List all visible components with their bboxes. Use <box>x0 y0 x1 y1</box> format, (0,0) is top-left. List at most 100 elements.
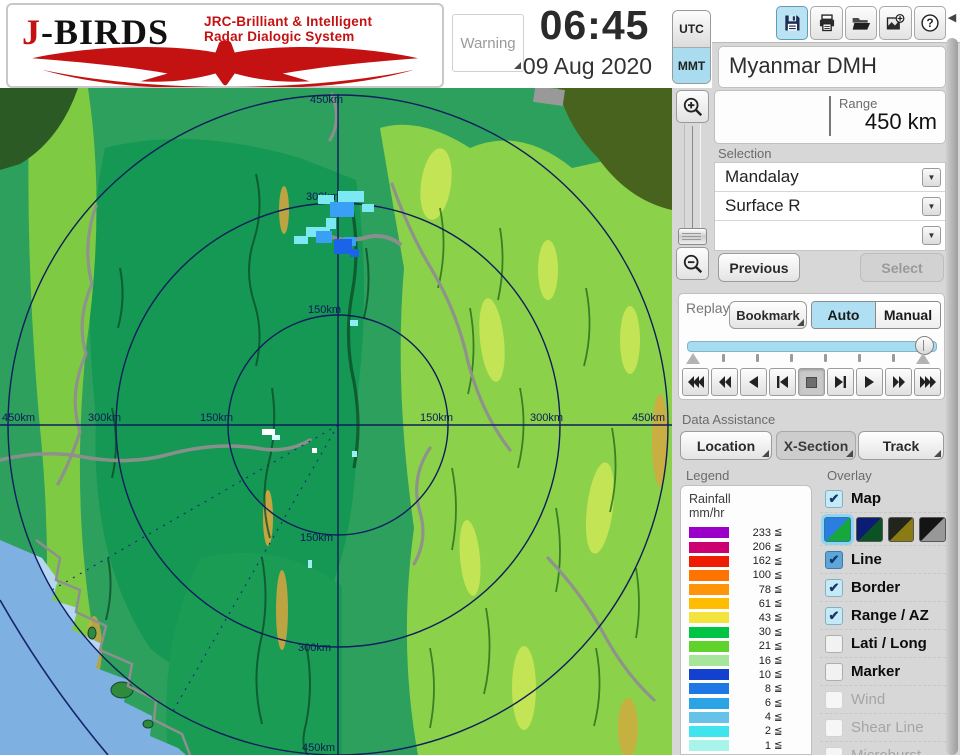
replay-mode-switch: Auto Manual <box>811 301 941 329</box>
legend-row: 61≦ <box>689 597 811 611</box>
overlay-item-line[interactable]: ✔ Line <box>820 545 946 573</box>
play-icon <box>865 376 874 388</box>
forward-fast-button[interactable] <box>914 368 941 396</box>
replay-range-start-marker[interactable] <box>686 353 700 364</box>
legend-swatch <box>689 542 729 553</box>
toolbar: ? <box>776 6 946 40</box>
skip-forward-button[interactable] <box>827 368 854 396</box>
legend-swatch <box>689 584 729 595</box>
auto-button[interactable]: Auto <box>812 302 876 328</box>
legend-swatch <box>689 683 729 694</box>
selection-site-value: Mandalay <box>715 163 945 191</box>
range-value: 450 km <box>865 109 937 135</box>
checkbox-line[interactable]: ✔ <box>825 551 843 569</box>
zoom-out-button[interactable] <box>676 247 709 280</box>
radar-map-canvas: 450km 300km 150km 150km 300km 450km 450k… <box>0 88 672 755</box>
legend-swatch <box>689 712 729 723</box>
overlay-item-lati-long[interactable]: Lati / Long <box>820 629 946 657</box>
play-button[interactable] <box>856 368 883 396</box>
panel-scrollbar[interactable] <box>946 38 958 755</box>
svg-text:450km: 450km <box>2 412 35 424</box>
legend-row: 43≦ <box>689 611 811 625</box>
zoom-slider-thumb[interactable] <box>678 228 707 245</box>
track-button[interactable]: Track <box>858 431 944 460</box>
legend-row: 2≦ <box>689 724 811 738</box>
jbirds-app-window: J-BIRDS JRC-Brilliant & Intelligent Rada… <box>0 0 960 755</box>
data-assistance-label: Data Assistance <box>682 412 775 427</box>
replay-slider-track[interactable] <box>687 341 937 352</box>
forward-button[interactable] <box>885 368 912 396</box>
chevron-down-icon[interactable]: ▼ <box>922 197 941 216</box>
rewind-fast-button[interactable] <box>682 368 709 396</box>
selection-row-extra[interactable]: ▼ <box>715 221 945 249</box>
previous-button[interactable]: Previous <box>718 253 800 282</box>
zoom-in-button[interactable] <box>676 90 709 123</box>
legend-row: 8≦ <box>689 682 811 696</box>
export-add-button[interactable] <box>879 6 911 40</box>
legend-scale: 233≦ 206≦ 162≦ 100≦ 78≦ 61≦ 43≦ 30≦ 21≦ … <box>689 526 811 753</box>
radar-map[interactable]: 450km 300km 150km 150km 300km 450km 450k… <box>0 88 672 755</box>
station-box: Myanmar DMH <box>718 46 946 88</box>
legend-row: 4≦ <box>689 710 811 724</box>
print-button[interactable] <box>810 6 842 40</box>
overlay-item-range-az[interactable]: ✔ Range / AZ <box>820 601 946 629</box>
select-button[interactable]: Select <box>860 253 944 282</box>
save-button[interactable] <box>776 6 808 40</box>
help-icon: ? <box>920 13 940 33</box>
stop-icon <box>806 377 817 388</box>
legend-swatch <box>689 655 729 666</box>
chevron-down-icon[interactable]: ▼ <box>922 168 941 187</box>
overlay-item-map[interactable]: ✔ Map <box>820 485 946 512</box>
overlay-item-border[interactable]: ✔ Border <box>820 573 946 601</box>
map-style-option-4[interactable] <box>919 517 946 542</box>
manual-button[interactable]: Manual <box>876 302 940 328</box>
panel-collapse-arrow-icon[interactable]: ◀ <box>946 10 958 26</box>
overlay-item-marker[interactable]: Marker <box>820 657 946 685</box>
checkbox-map[interactable]: ✔ <box>825 490 843 508</box>
play-back-button[interactable] <box>740 368 767 396</box>
clock-time: 06:45 <box>522 0 667 50</box>
skip-back-button[interactable] <box>769 368 796 396</box>
map-style-swatches <box>820 512 946 545</box>
chevron-down-icon[interactable]: ▼ <box>922 226 941 245</box>
checkbox-range-az[interactable]: ✔ <box>825 607 843 625</box>
map-style-option-2[interactable] <box>856 517 883 542</box>
zoom-in-icon <box>682 96 704 118</box>
checkbox-lati-long[interactable] <box>825 635 843 653</box>
legend-swatch <box>689 627 729 638</box>
range-box: Range 450 km <box>714 90 946 144</box>
bookmark-button[interactable]: Bookmark <box>729 301 807 329</box>
map-style-option-3[interactable] <box>888 517 915 542</box>
replay-range-end-marker[interactable] <box>916 353 930 364</box>
stop-button[interactable] <box>798 368 825 396</box>
legend-row: 206≦ <box>689 540 811 554</box>
slider-tick <box>858 354 861 362</box>
legend-swatch <box>689 641 729 652</box>
rewind-button[interactable] <box>711 368 738 396</box>
xsection-button[interactable]: X-Section <box>776 431 856 460</box>
legend-swatch <box>689 598 729 609</box>
svg-text:450km: 450km <box>302 742 335 754</box>
utc-button[interactable]: UTC <box>673 11 710 48</box>
help-button[interactable]: ? <box>914 6 946 40</box>
play-back-icon <box>749 376 758 388</box>
save-icon <box>782 13 802 33</box>
svg-text:150km: 150km <box>300 532 333 544</box>
checkbox-border[interactable]: ✔ <box>825 579 843 597</box>
map-style-option-1[interactable] <box>824 517 851 542</box>
location-button[interactable]: Location <box>680 431 772 460</box>
open-folder-button[interactable] <box>845 6 877 40</box>
mmt-button[interactable]: MMT <box>673 48 710 84</box>
zoom-slider-track[interactable] <box>684 124 701 244</box>
selection-row-product[interactable]: Surface R ▼ <box>715 192 945 221</box>
checkbox-marker[interactable] <box>825 663 843 681</box>
overlay-item-wind: Wind <box>820 685 946 713</box>
rewind-fast-icon <box>688 376 704 388</box>
selection-list: Mandalay ▼ Surface R ▼ ▼ <box>714 162 946 251</box>
rewind-icon <box>719 376 731 388</box>
checkbox-shear-line <box>825 719 843 737</box>
replay-label: Replay <box>686 300 730 316</box>
selection-row-site[interactable]: Mandalay ▼ <box>715 163 945 192</box>
legend-row: 162≦ <box>689 554 811 568</box>
legend-label: Legend <box>686 468 729 483</box>
